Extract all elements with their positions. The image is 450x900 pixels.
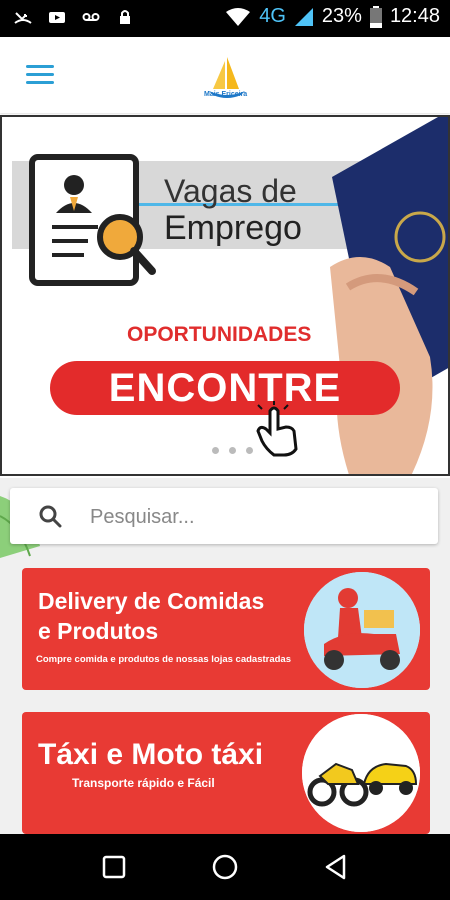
- banner-title-line1: Vagas de: [164, 173, 297, 209]
- hamburger-icon[interactable]: [26, 65, 54, 85]
- search-input[interactable]: [88, 502, 412, 532]
- system-status: 4G 23% 12:48: [225, 5, 440, 28]
- job-banner[interactable]: Vagas de Emprego OPORTUNIDADES ENCONTRE: [0, 115, 450, 476]
- banner-title-line2: Emprego: [164, 209, 302, 247]
- back-triangle-icon[interactable]: [322, 853, 350, 881]
- taxi-moto-icon: [302, 714, 420, 832]
- delivery-image: [304, 572, 420, 688]
- delivery-card[interactable]: Delivery de Comidas e Produtos Compre co…: [22, 568, 430, 690]
- taxi-title: Táxi e Moto táxi: [38, 738, 264, 771]
- logo-text: Mais Ericeira: [204, 91, 248, 98]
- work-booklet-image: [330, 117, 448, 474]
- missed-call-icon: [14, 12, 32, 24]
- service-cards: Delivery de Comidas e Produtos Compre co…: [0, 560, 450, 834]
- taxi-card[interactable]: Táxi e Moto táxi Transporte rápido e Fác…: [22, 712, 430, 834]
- delivery-scooter-icon: [304, 572, 420, 688]
- taxi-subtitle: Transporte rápido e Fácil: [72, 776, 215, 790]
- youtube-icon: [49, 12, 65, 23]
- delivery-title-line1: Delivery de Comidas: [38, 588, 265, 614]
- wifi-icon: [226, 7, 251, 26]
- notification-icons: [14, 8, 134, 26]
- battery-icon: [369, 5, 382, 28]
- carousel-dot[interactable]: [246, 447, 253, 454]
- search-bar[interactable]: [10, 488, 438, 544]
- carousel-dot[interactable]: [212, 447, 219, 454]
- network-type: 4G: [259, 5, 286, 27]
- search-icon[interactable]: [38, 504, 62, 528]
- app-bar: Mais Ericeira: [0, 37, 450, 113]
- recents-square-icon[interactable]: [100, 853, 128, 881]
- navigation-bar: [0, 834, 450, 900]
- resume-search-icon: [29, 154, 156, 286]
- lock-icon: [120, 10, 130, 24]
- banner-subtitle: OPORTUNIDADES: [127, 323, 312, 346]
- delivery-subtitle: Compre comida e produtos de nossas lojas…: [36, 654, 291, 665]
- carousel-indicators[interactable]: [212, 447, 253, 454]
- home-circle-icon[interactable]: [211, 853, 239, 881]
- clock: 12:48: [389, 5, 440, 27]
- search-section: [0, 478, 450, 560]
- taxi-image: [302, 714, 420, 832]
- signal-icon: [294, 7, 313, 26]
- status-bar: 4G 23% 12:48: [0, 0, 450, 37]
- voicemail-icon: [82, 13, 100, 21]
- find-button[interactable]: ENCONTRE: [50, 361, 400, 415]
- pointer-hand-icon: [256, 401, 298, 457]
- delivery-title-line2: e Produtos: [38, 618, 159, 644]
- battery-percent: 23%: [321, 5, 362, 27]
- carousel-dot[interactable]: [229, 447, 236, 454]
